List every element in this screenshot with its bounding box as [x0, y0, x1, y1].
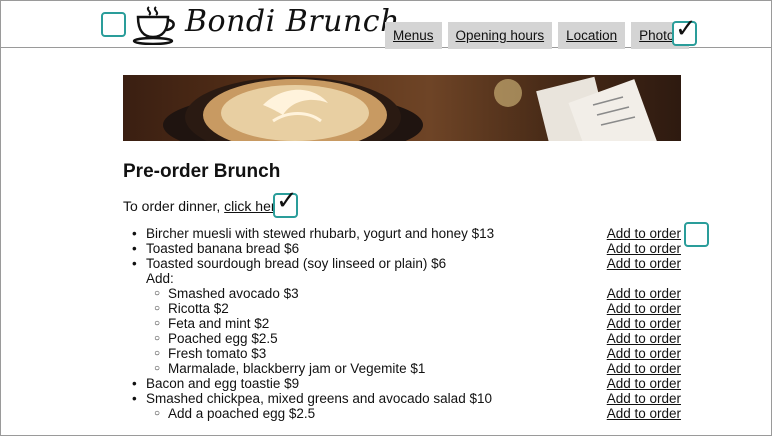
- bullet-circle: ○: [154, 408, 161, 419]
- bullet-circle: ○: [154, 318, 161, 329]
- item-text: Add a poached egg $2.5: [168, 406, 316, 421]
- bullet-disc: •: [132, 256, 137, 271]
- item-text: Add:: [146, 271, 174, 286]
- item-text: Smashed avocado $3: [168, 286, 299, 301]
- bullet-disc: •: [132, 376, 137, 391]
- add-to-order-link[interactable]: Add to order: [607, 361, 681, 376]
- main-nav: Menus Opening hours Location Photos: [385, 22, 690, 49]
- hero-image-coffee: [123, 75, 681, 141]
- bullet-disc: •: [132, 241, 137, 256]
- add-to-order-link[interactable]: Add to order: [607, 391, 681, 406]
- item-text: Ricotta $2: [168, 301, 229, 316]
- check-mark-icon: ✓: [276, 186, 298, 216]
- sub-list-item: ○ Add a poached egg $2.5 Add to order: [123, 406, 683, 421]
- checkbox-unchecked[interactable]: [101, 12, 126, 37]
- bullet-circle: ○: [154, 348, 161, 359]
- nav-tab-location[interactable]: Location: [558, 22, 626, 49]
- sub-list-item: ○ Ricotta $2 Add to order: [123, 301, 683, 316]
- add-to-order-link[interactable]: Add to order: [607, 331, 681, 346]
- bullet-circle: ○: [154, 363, 161, 374]
- nav-tab-menus[interactable]: Menus: [385, 22, 442, 49]
- add-to-order-link[interactable]: Add to order: [607, 226, 681, 241]
- sub-list-item: ○ Fresh tomato $3 Add to order: [123, 346, 683, 361]
- add-to-order-link[interactable]: Add to order: [607, 406, 681, 421]
- latte-photo: [163, 76, 659, 141]
- item-text: Poached egg $2.5: [168, 331, 278, 346]
- sub-list-item: ○ Smashed avocado $3 Add to order: [123, 286, 683, 301]
- sub-list-item: ○ Feta and mint $2 Add to order: [123, 316, 683, 331]
- add-to-order-link[interactable]: Add to order: [607, 256, 681, 271]
- item-text: Feta and mint $2: [168, 316, 270, 331]
- add-to-order-link[interactable]: Add to order: [607, 301, 681, 316]
- brand-name: Bondi Brunch: [185, 4, 400, 39]
- item-text: Smashed chickpea, mixed greens and avoca…: [146, 391, 492, 406]
- bullet-disc: •: [132, 391, 137, 406]
- item-text: Toasted sourdough bread (soy linseed or …: [146, 256, 447, 271]
- check-mark-icon: ✓: [675, 14, 697, 44]
- dinner-prefix: To order dinner,: [123, 198, 225, 214]
- nav-tab-opening-hours[interactable]: Opening hours: [447, 22, 553, 49]
- add-to-order-link[interactable]: Add to order: [607, 346, 681, 361]
- list-item: • Smashed chickpea, mixed greens and avo…: [123, 391, 683, 406]
- sub-list-item: ○ Poached egg $2.5 Add to order: [123, 331, 683, 346]
- add-to-order-link[interactable]: Add to order: [607, 286, 681, 301]
- checkbox-unchecked-order[interactable]: [684, 222, 709, 247]
- bullet-circle: ○: [154, 288, 161, 299]
- site-header: Bondi Brunch Menus Opening hours Locatio…: [1, 1, 771, 49]
- page-title: Pre-order Brunch: [123, 161, 281, 182]
- add-to-order-link[interactable]: Add to order: [607, 241, 681, 256]
- sub-list-item: ○ Marmalade, blackberry jam or Vegemite …: [123, 361, 683, 376]
- list-item: • Toasted banana bread $6 Add to order: [123, 241, 683, 256]
- add-to-order-link[interactable]: Add to order: [607, 376, 681, 391]
- brunch-menu-list: • Bircher muesli with stewed rhubarb, yo…: [123, 226, 683, 421]
- checkbox-checked-dinner[interactable]: ✓: [273, 188, 298, 218]
- dinner-order-line: To order dinner, click here.: [123, 198, 287, 214]
- item-text: Bacon and egg toastie $9: [146, 376, 300, 391]
- item-text: Toasted banana bread $6: [146, 241, 300, 256]
- bullet-circle: ○: [154, 333, 161, 344]
- item-text: Fresh tomato $3: [168, 346, 267, 361]
- list-item: • Bircher muesli with stewed rhubarb, yo…: [123, 226, 683, 241]
- checkbox-checked-photos[interactable]: ✓: [672, 16, 697, 46]
- coffee-cup-icon: [132, 6, 175, 45]
- bullet-disc: •: [132, 226, 137, 241]
- bullet-circle: ○: [154, 303, 161, 314]
- add-to-order-link[interactable]: Add to order: [607, 316, 681, 331]
- list-item: • Bacon and egg toastie $9 Add to order: [123, 376, 683, 391]
- list-item-subheading: Add:: [123, 271, 683, 286]
- list-item: • Toasted sourdough bread (soy linseed o…: [123, 256, 683, 271]
- item-text: Bircher muesli with stewed rhubarb, yogu…: [146, 226, 495, 241]
- item-text: Marmalade, blackberry jam or Vegemite $1: [168, 361, 426, 376]
